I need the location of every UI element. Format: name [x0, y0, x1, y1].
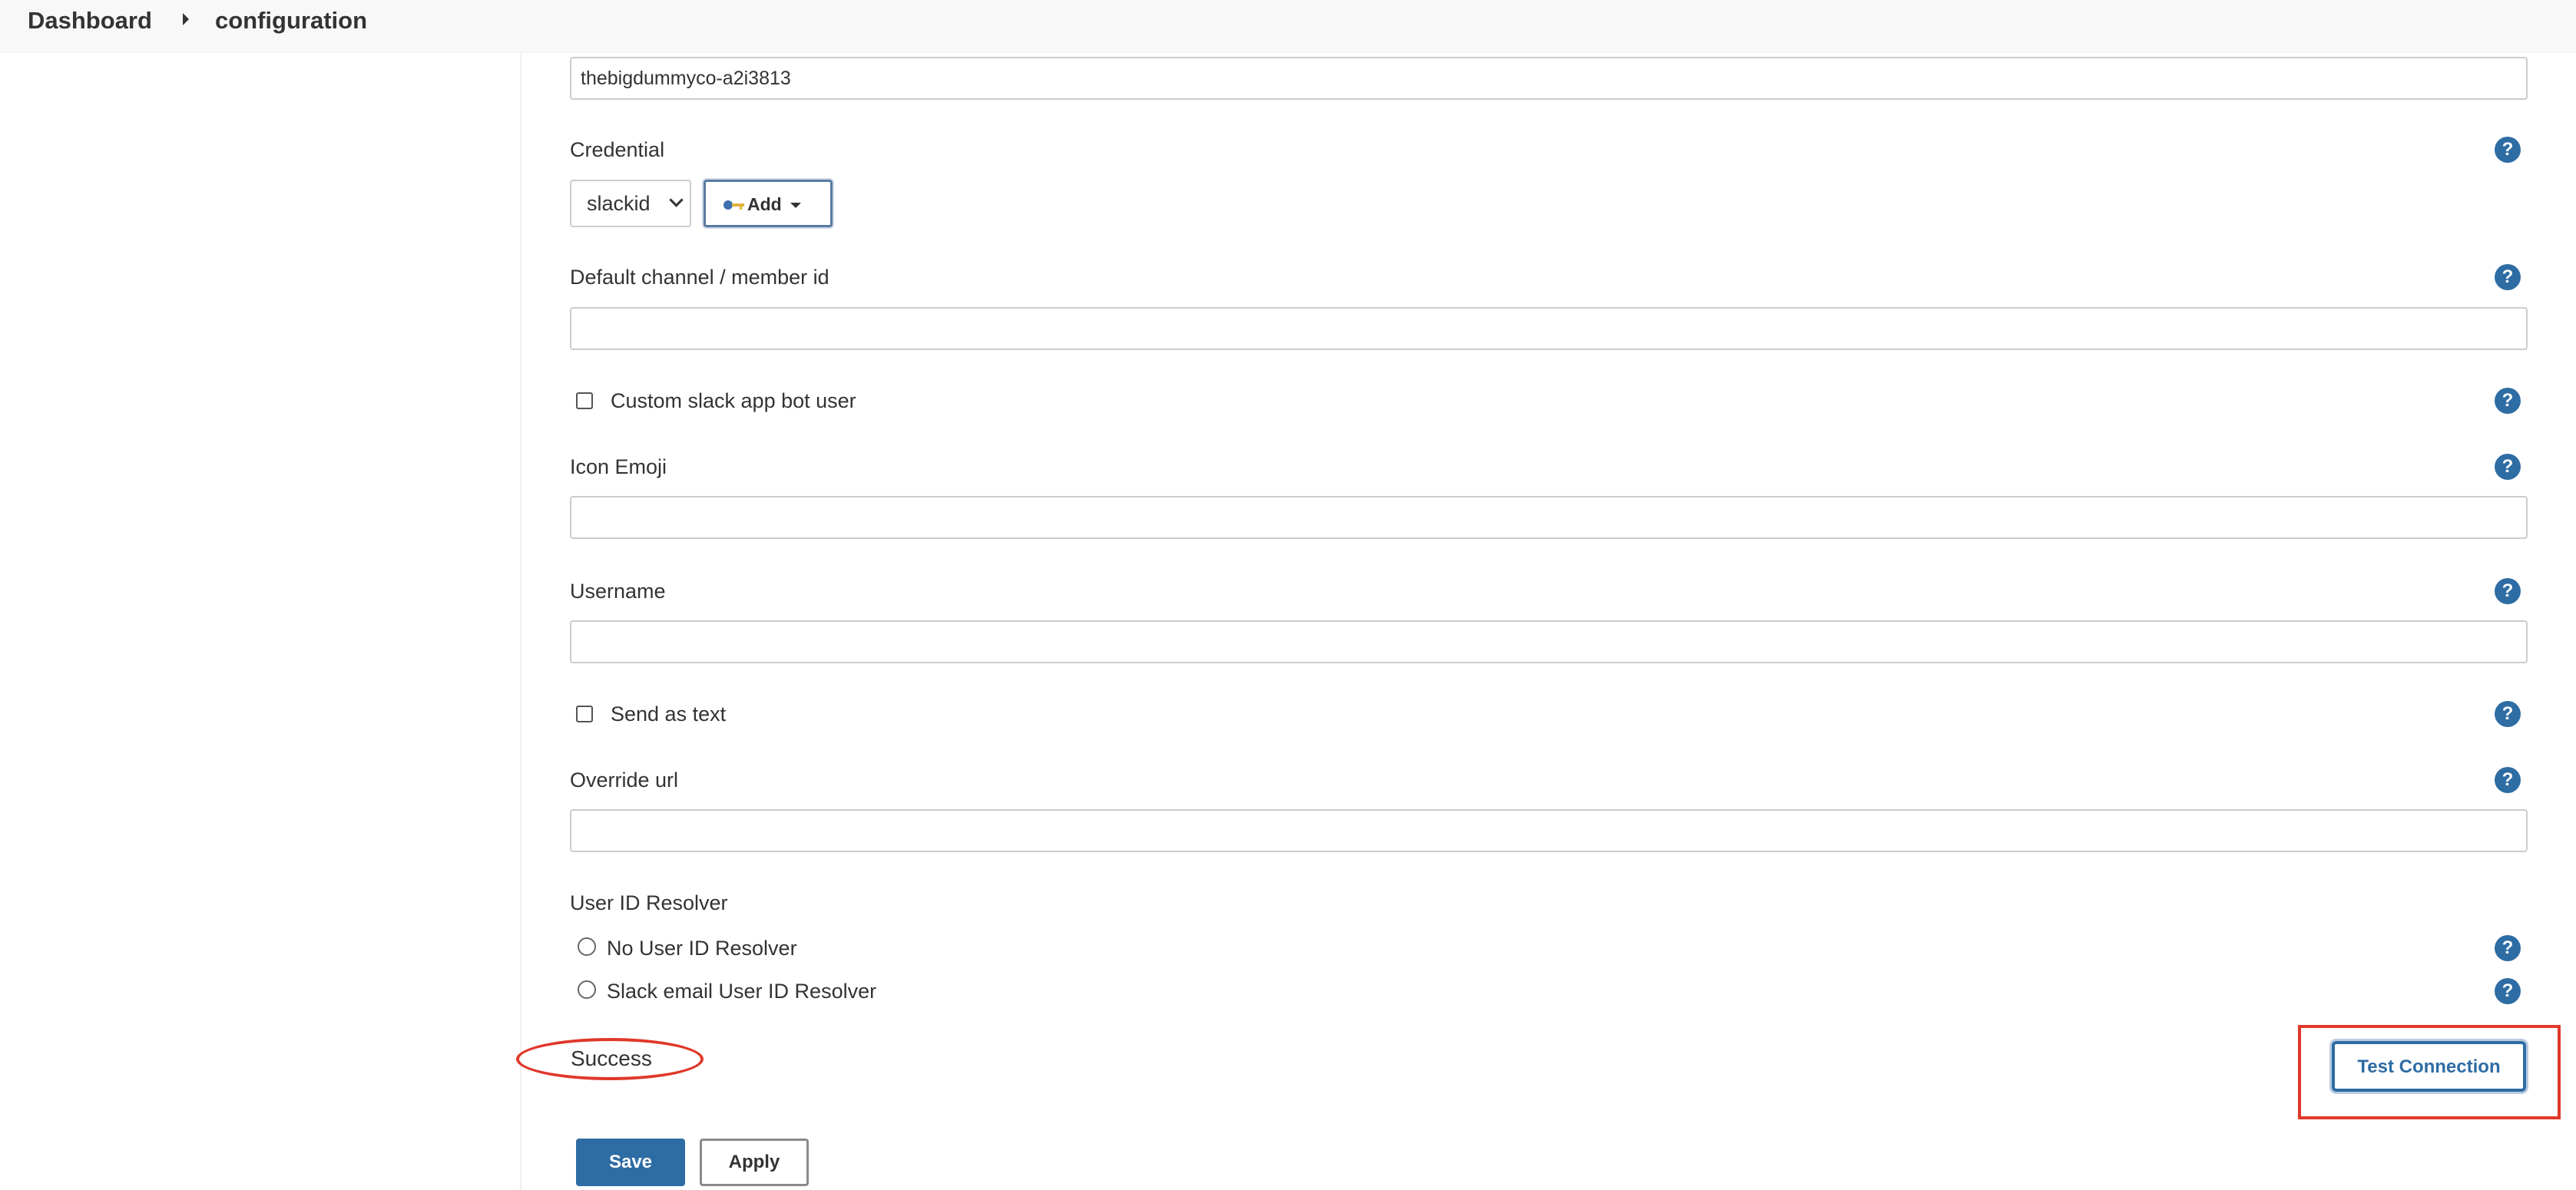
test-connection-button[interactable]: Test Connection	[2332, 1041, 2526, 1092]
help-icon-send-as-text[interactable]: ?	[2495, 701, 2521, 727]
chevron-down-icon	[669, 193, 684, 207]
custom-bot-label: Custom slack app bot user	[611, 389, 856, 412]
apply-button[interactable]: Apply	[700, 1139, 809, 1186]
username-input[interactable]	[570, 620, 2528, 663]
radio-no-user-id-resolver[interactable]	[578, 937, 596, 956]
override-url-label: Override url	[570, 769, 679, 792]
help-icon-icon-emoji[interactable]: ?	[2495, 454, 2521, 480]
no-user-id-resolver-label: No User ID Resolver	[607, 937, 797, 960]
save-button[interactable]: Save	[576, 1139, 685, 1186]
credential-label: Credential	[570, 138, 665, 161]
help-icon-custom-bot[interactable]: ?	[2495, 388, 2521, 414]
radio-slack-email-user-id-resolver[interactable]	[578, 980, 596, 999]
default-channel-input[interactable]	[570, 307, 2528, 350]
help-icon-no-user-id-resolver[interactable]: ?	[2495, 935, 2521, 961]
custom-bot-checkbox[interactable]	[576, 392, 593, 409]
breadcrumb: Dashboard configuration	[0, 0, 2576, 53]
override-url-input[interactable]	[570, 809, 2528, 852]
breadcrumb-separator-icon	[183, 13, 189, 25]
send-as-text-checkbox[interactable]	[576, 706, 593, 722]
help-icon-credential[interactable]: ?	[2495, 137, 2521, 163]
default-channel-label: Default channel / member id	[570, 266, 829, 289]
sidebar-divider	[520, 52, 521, 1190]
key-icon	[723, 200, 744, 210]
breadcrumb-dashboard[interactable]: Dashboard	[28, 6, 152, 35]
annotation-ellipse	[516, 1038, 704, 1080]
help-icon-username[interactable]: ?	[2495, 578, 2521, 604]
slack-email-user-id-resolver-label: Slack email User ID Resolver	[607, 980, 877, 1003]
add-credential-button[interactable]: Add	[704, 180, 833, 227]
help-icon-slack-email-resolver[interactable]: ?	[2495, 978, 2521, 1004]
breadcrumb-configuration[interactable]: configuration	[215, 6, 367, 35]
credential-select[interactable]: slackid	[570, 180, 691, 227]
username-label: Username	[570, 580, 666, 603]
user-id-resolver-label: User ID Resolver	[570, 891, 728, 914]
workspace-input[interactable]	[570, 57, 2528, 100]
help-icon-override-url[interactable]: ?	[2495, 767, 2521, 793]
caret-down-icon	[790, 203, 801, 208]
add-credential-label: Add	[747, 194, 782, 214]
icon-emoji-label: Icon Emoji	[570, 455, 667, 478]
icon-emoji-input[interactable]	[570, 496, 2528, 539]
help-icon-default-channel[interactable]: ?	[2495, 264, 2521, 290]
credential-select-value: slackid	[587, 192, 651, 215]
send-as-text-label: Send as text	[611, 702, 727, 726]
